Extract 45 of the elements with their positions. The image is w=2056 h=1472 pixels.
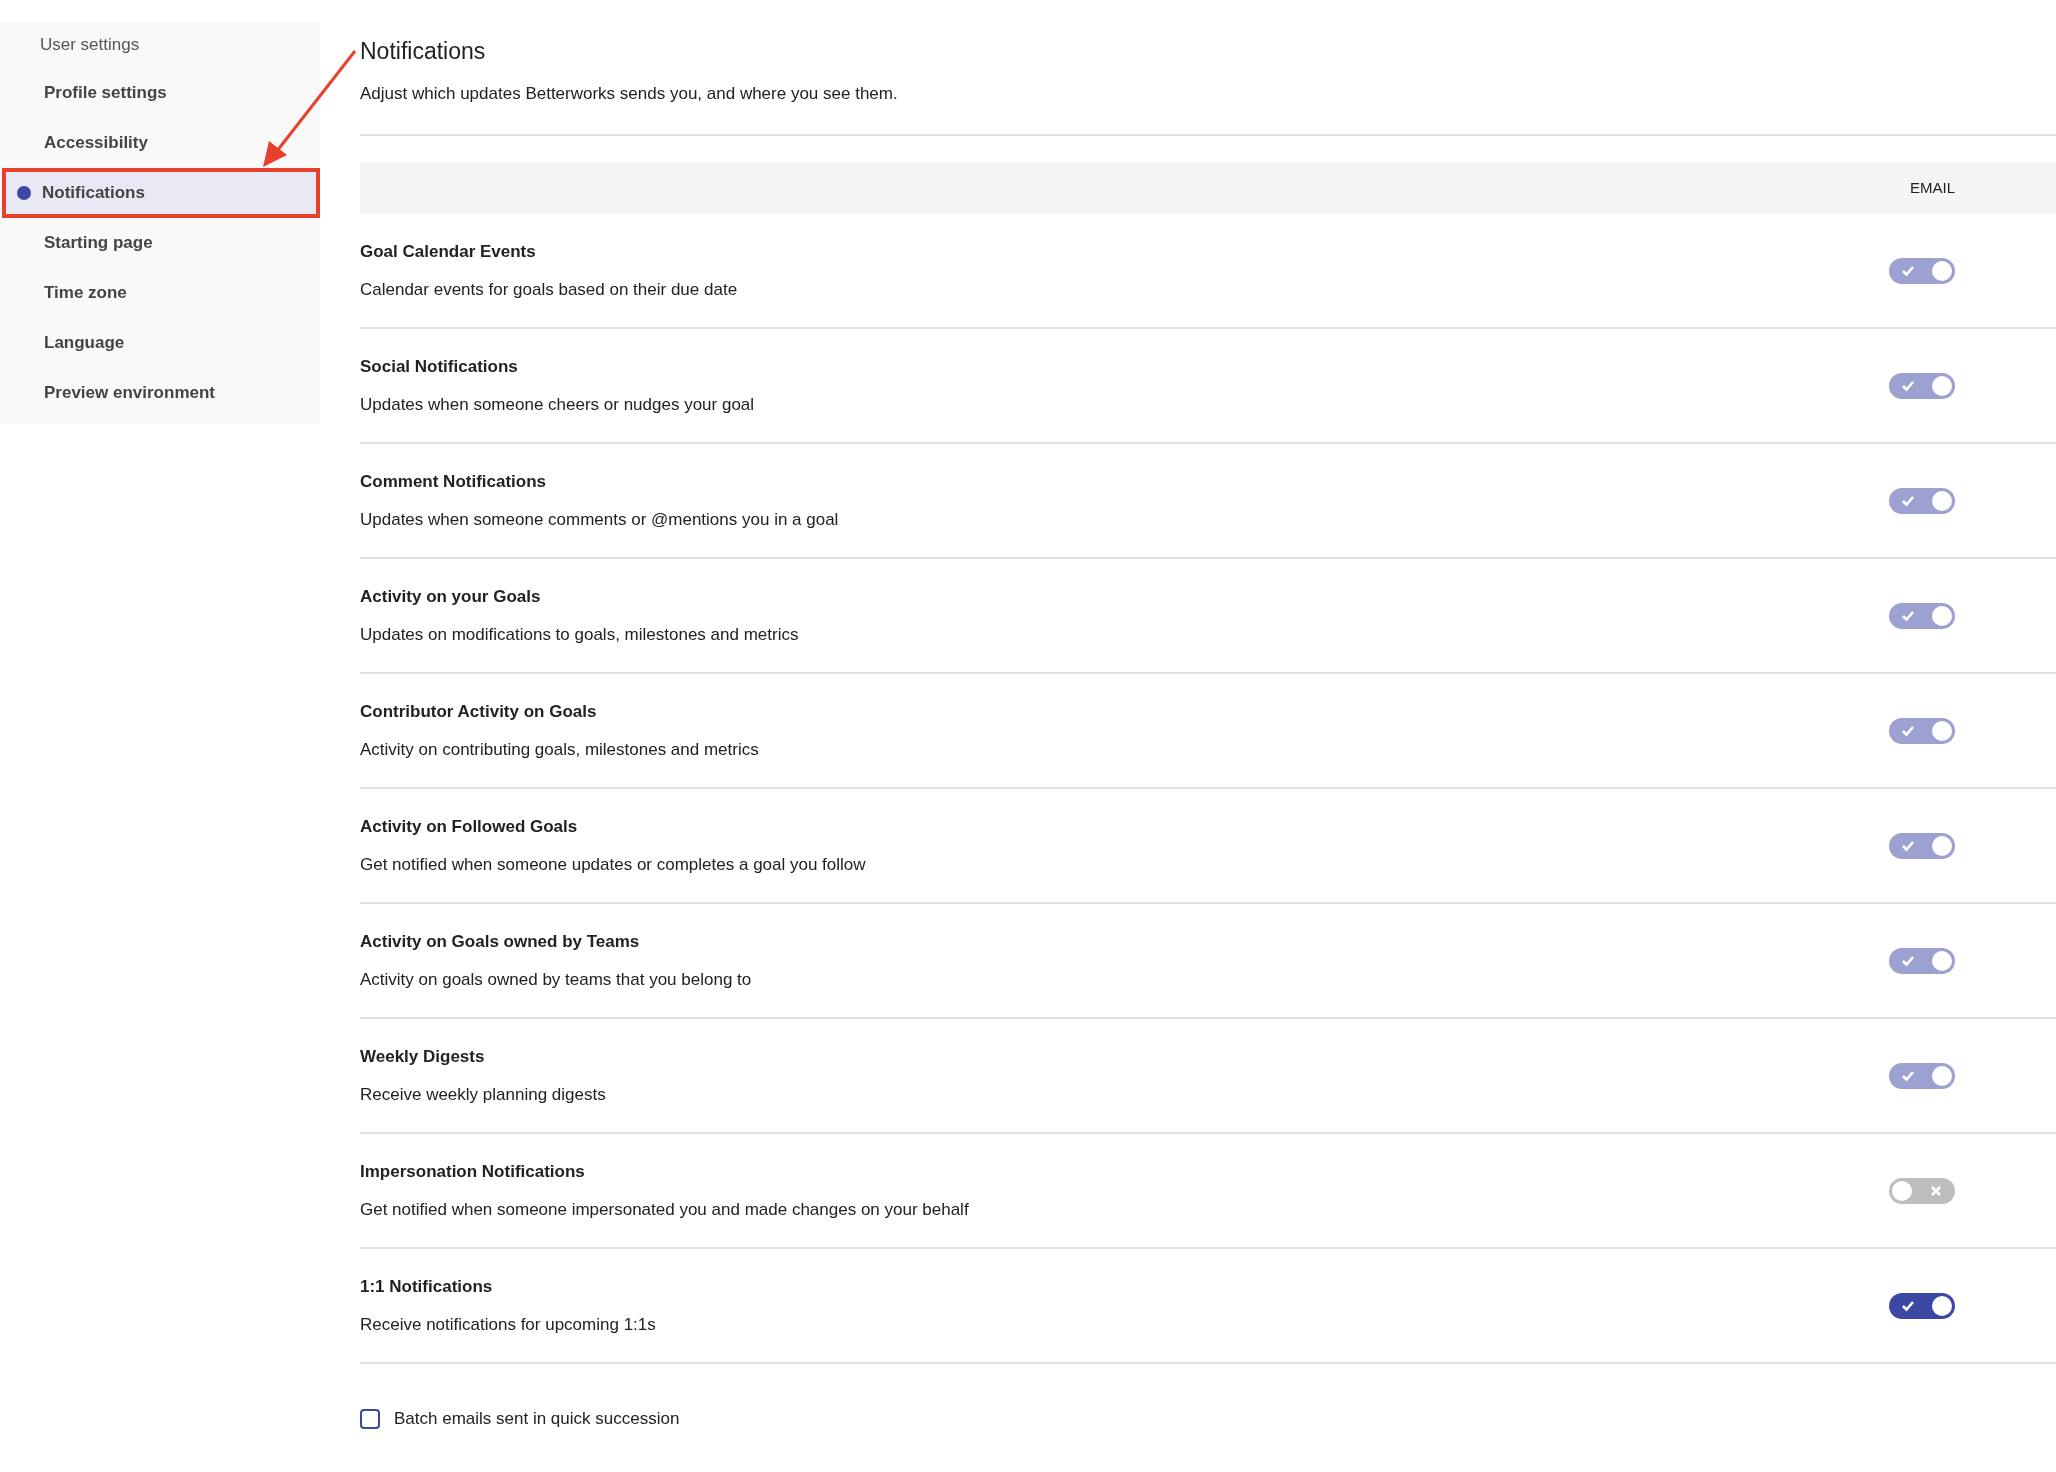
page-title: Notifications	[360, 37, 487, 66]
check-icon	[1901, 609, 1915, 622]
sidebar-item[interactable]: Language	[0, 318, 320, 368]
check-icon	[1901, 724, 1915, 737]
setting-description: Get notified when someone updates or completes a goal you follow	[360, 853, 867, 876]
sidebar-item[interactable]: Notifications	[2, 168, 320, 218]
setting-title: Goal Calendar Events	[360, 241, 537, 263]
setting-title: Social Notifications	[360, 356, 519, 378]
setting-title: Activity on Followed Goals	[360, 816, 579, 838]
setting-title: Comment Notifications	[360, 471, 548, 493]
setting-title: Contributor Activity on Goals	[360, 701, 598, 723]
toggle-switch[interactable]	[1889, 1292, 1955, 1319]
check-icon	[1901, 1299, 1915, 1312]
setting-description: Calendar events for goals based on their due date	[360, 278, 739, 301]
sidebar-item[interactable]: Starting page	[0, 218, 320, 268]
setting-description: Updates when someone cheers or nudges your goal	[360, 393, 756, 416]
setting-title: Activity on Goals owned by Teams	[360, 931, 641, 953]
selected-dot-icon	[17, 186, 31, 200]
setting-description: Activity on goals owned by teams that you belong to	[360, 968, 753, 991]
check-icon	[1901, 494, 1915, 507]
setting-title: 1:1 Notifications	[360, 1276, 494, 1298]
cross-icon	[1929, 1184, 1943, 1197]
checkbox[interactable]	[360, 1408, 380, 1429]
setting-title: Impersonation Notifications	[360, 1161, 586, 1183]
check-icon	[1901, 954, 1915, 967]
check-icon	[1901, 379, 1915, 392]
sidebar-heading: User settings	[39, 34, 141, 56]
sidebar-item[interactable]: Profile settings	[0, 68, 320, 118]
check-icon	[1901, 264, 1915, 277]
column-header: EMAIL	[1910, 177, 1955, 198]
page-subtitle: Adjust which updates Betterworks sends you, and where you see them.	[360, 82, 899, 105]
setting-description: Activity on contributing goals, milestones and metrics	[360, 738, 760, 761]
sidebar-item[interactable]: Accessibility	[0, 118, 320, 168]
setting-title: Activity on your Goals	[360, 586, 542, 608]
check-icon	[1901, 1069, 1915, 1082]
setting-description: Updates on modifications to goals, milestones and metrics	[360, 623, 800, 646]
setting-title: Weekly Digests	[360, 1046, 486, 1068]
check-icon	[1901, 839, 1915, 852]
setting-description: Receive weekly planning digests	[360, 1083, 607, 1106]
setting-description: Updates when someone comments or @mentions you in a goal	[360, 508, 840, 531]
setting-description: Receive notifications for upcoming 1:1s	[360, 1313, 657, 1336]
checkbox-label: Batch emails sent in quick succession	[394, 1408, 680, 1430]
setting-description: Get notified when someone impersonated you and made changes on your behalf	[360, 1198, 970, 1221]
sidebar-item[interactable]: Time zone	[0, 268, 320, 318]
sidebar-item[interactable]: Preview environment	[0, 368, 320, 418]
